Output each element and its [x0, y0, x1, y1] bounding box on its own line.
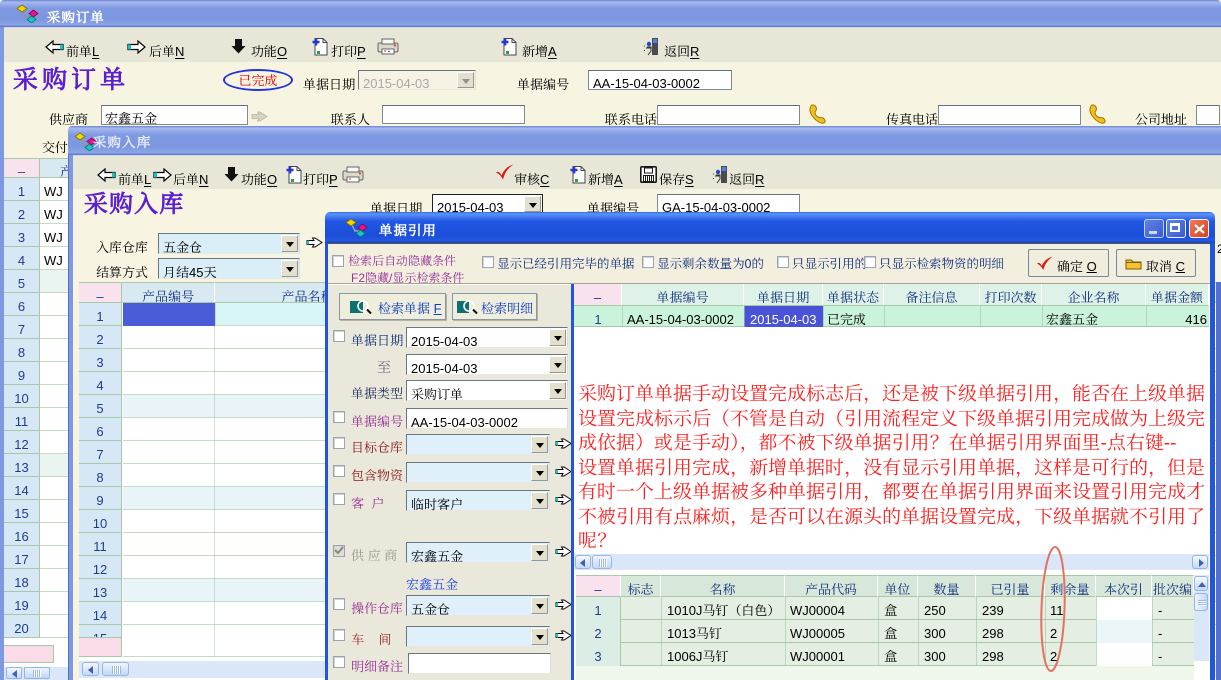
svg-text::: : — [643, 39, 646, 54]
svg-text::: : — [712, 167, 715, 182]
